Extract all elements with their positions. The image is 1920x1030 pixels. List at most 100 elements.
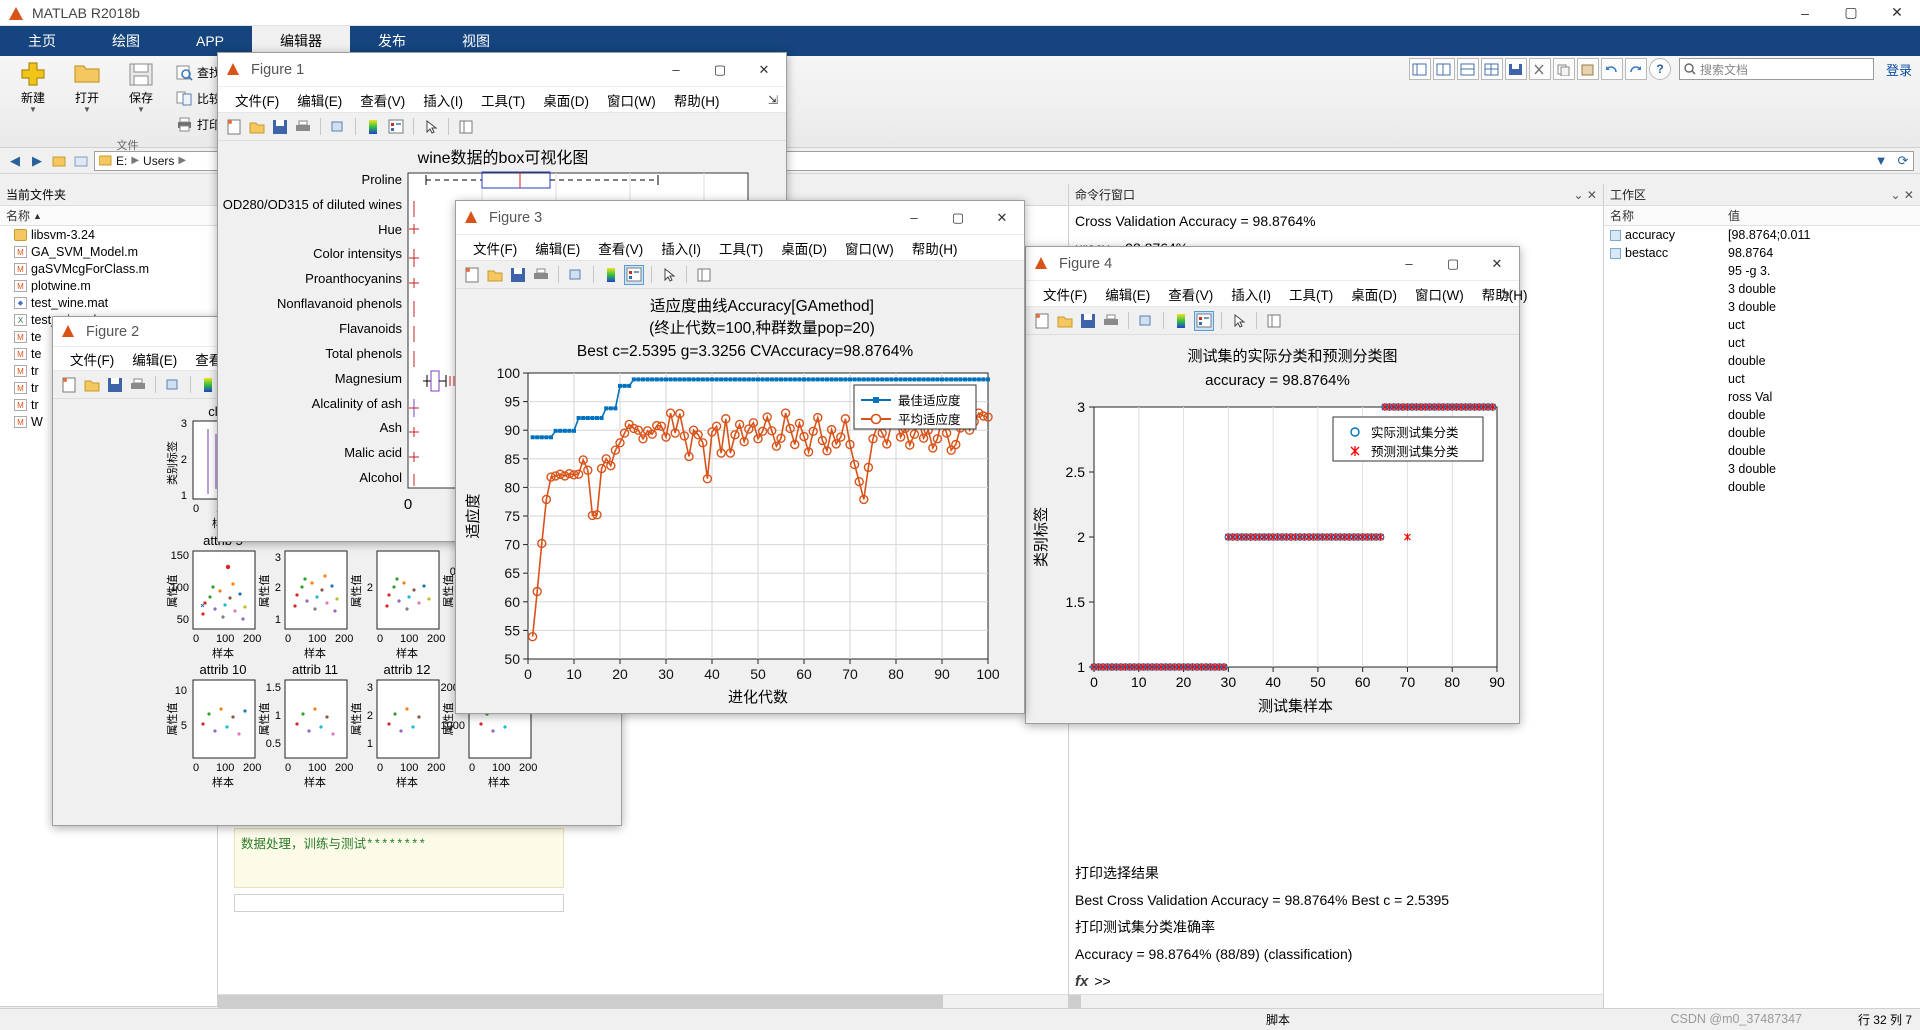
close-button[interactable]: ✕ <box>1874 0 1920 26</box>
tab-plots[interactable]: 绘图 <box>84 26 168 56</box>
save-figure-icon[interactable] <box>105 375 125 395</box>
refresh-icon[interactable]: ⟳ <box>1894 152 1912 170</box>
layout-4-icon[interactable] <box>1480 58 1503 80</box>
file-list-item[interactable]: GA_SVM_Model.m <box>0 243 217 260</box>
menu-file[interactable]: 文件(F) <box>226 90 288 110</box>
pointer-icon[interactable] <box>659 265 679 285</box>
menu-edit[interactable]: 编辑(E) <box>1096 284 1159 304</box>
colorbar-icon[interactable] <box>601 265 621 285</box>
breadcrumb-drive[interactable]: E: <box>116 154 127 168</box>
new-figure-icon[interactable] <box>224 117 244 137</box>
redo-icon[interactable] <box>1624 58 1647 80</box>
menu-desktop[interactable]: 桌面(D) <box>534 90 598 110</box>
figure-1-minimize-button[interactable]: – <box>654 53 698 87</box>
workspace-row[interactable]: double <box>1604 406 1920 424</box>
save-button[interactable]: 保存 ▼ <box>114 59 168 114</box>
menu-edit[interactable]: 编辑(E) <box>123 349 186 369</box>
new-figure-icon[interactable] <box>59 375 79 395</box>
legend-icon[interactable] <box>386 117 406 137</box>
menu-view[interactable]: 查看(V) <box>351 90 414 110</box>
menu-tools[interactable]: 工具(T) <box>710 238 772 258</box>
colorbar-icon[interactable] <box>198 375 218 395</box>
print-figure-icon[interactable] <box>531 265 551 285</box>
save-figure-icon[interactable] <box>1078 311 1098 331</box>
workspace-row[interactable]: 95 -g 3. <box>1604 262 1920 280</box>
open-figure-icon[interactable] <box>82 375 102 395</box>
colorbar-icon[interactable] <box>1171 311 1191 331</box>
workspace-row[interactable]: uct <box>1604 316 1920 334</box>
search-input[interactable]: 搜索文档 <box>1678 58 1874 80</box>
up-folder-icon[interactable] <box>50 152 68 170</box>
open-figure-icon[interactable] <box>485 265 505 285</box>
menu-tools[interactable]: 工具(T) <box>472 90 534 110</box>
save-figure-icon[interactable] <box>508 265 528 285</box>
workspace-row[interactable]: uct <box>1604 334 1920 352</box>
dock-icon[interactable]: ⇲ <box>1501 287 1511 301</box>
workspace-row[interactable]: double <box>1604 478 1920 496</box>
breadcrumb-users[interactable]: Users <box>143 154 174 168</box>
layout-3-icon[interactable] <box>1456 58 1479 80</box>
figure-4-close-button[interactable]: ✕ <box>1475 247 1519 281</box>
file-list-item[interactable]: plotwine.m <box>0 277 217 294</box>
print-figure-icon[interactable] <box>293 117 313 137</box>
property-inspector-icon[interactable] <box>694 265 714 285</box>
menu-edit[interactable]: 编辑(E) <box>288 90 351 110</box>
figure-4-window[interactable]: Figure 4 – ▢ ✕ 文件(F) 编辑(E) 查看(V) 插入(I) 工… <box>1025 246 1527 724</box>
figure-4-maximize-button[interactable]: ▢ <box>1431 247 1475 281</box>
new-dropdown-arrow[interactable]: ▼ <box>29 106 37 114</box>
layout-1-icon[interactable] <box>1408 58 1431 80</box>
menu-window[interactable]: 窗口(W) <box>1406 284 1473 304</box>
pointer-icon[interactable] <box>1229 311 1249 331</box>
figure-1-close-button[interactable]: ✕ <box>742 53 786 87</box>
menu-file[interactable]: 文件(F) <box>61 349 123 369</box>
menu-view[interactable]: 查看(V) <box>1159 284 1222 304</box>
figure-3-maximize-button[interactable]: ▢ <box>936 201 980 235</box>
menu-window[interactable]: 窗口(W) <box>598 90 665 110</box>
print-figure-icon[interactable] <box>1101 311 1121 331</box>
open-dropdown-arrow[interactable]: ▼ <box>83 106 91 114</box>
copy-icon[interactable] <box>1552 58 1575 80</box>
new-button[interactable]: 新建 ▼ <box>6 59 60 114</box>
link-plot-icon[interactable] <box>163 375 183 395</box>
menu-desktop[interactable]: 桌面(D) <box>772 238 836 258</box>
new-figure-icon[interactable] <box>1032 311 1052 331</box>
colorbar-icon[interactable] <box>363 117 383 137</box>
menu-help[interactable]: 帮助(H) <box>903 238 967 258</box>
file-list-item[interactable]: test_wine.mat <box>0 294 217 311</box>
figure-3-close-button[interactable]: ✕ <box>980 201 1024 235</box>
menu-window[interactable]: 窗口(W) <box>836 238 903 258</box>
figure-4-minimize-button[interactable]: – <box>1387 247 1431 281</box>
tab-home[interactable]: 主页 <box>0 26 84 56</box>
workspace-title-controls[interactable]: ⌄ ✕ <box>1891 188 1914 202</box>
workspace-row[interactable]: 3 double <box>1604 298 1920 316</box>
pointer-icon[interactable] <box>421 117 441 137</box>
link-plot-icon[interactable] <box>328 117 348 137</box>
save-dropdown-arrow[interactable]: ▼ <box>137 106 145 114</box>
workspace-row[interactable]: accuracy [98.8764;0.011 <box>1604 226 1920 244</box>
figure-1-maximize-button[interactable]: ▢ <box>698 53 742 87</box>
menu-file[interactable]: 文件(F) <box>1034 284 1096 304</box>
open-figure-icon[interactable] <box>247 117 267 137</box>
menu-view[interactable]: 查看(V) <box>589 238 652 258</box>
cut-icon[interactable] <box>1528 58 1551 80</box>
figure-3-minimize-button[interactable]: – <box>892 201 936 235</box>
path-dropdown-icon[interactable]: ▼ <box>1872 152 1890 170</box>
paste-icon[interactable] <box>1576 58 1599 80</box>
menu-file[interactable]: 文件(F) <box>464 238 526 258</box>
link-plot-icon[interactable] <box>566 265 586 285</box>
workspace-row[interactable]: bestacc 98.8764 <box>1604 244 1920 262</box>
print-figure-icon[interactable] <box>128 375 148 395</box>
save-quick-icon[interactable] <box>1504 58 1527 80</box>
menu-insert[interactable]: 插入(I) <box>652 238 710 258</box>
file-list-item[interactable]: gaSVMcgForClass.m <box>0 260 217 277</box>
workspace-row[interactable]: double <box>1604 442 1920 460</box>
menu-help[interactable]: 帮助(H) <box>665 90 729 110</box>
command-prompt-row[interactable]: fx >> <box>1069 968 1603 994</box>
dock-icon[interactable]: ⇲ <box>768 93 778 107</box>
workspace-row[interactable]: double <box>1604 352 1920 370</box>
legend-icon[interactable] <box>624 264 644 285</box>
figure-3-window[interactable]: Figure 3 – ▢ ✕ 文件(F) 编辑(E) 查看(V) 插入(I) 工… <box>455 200 1025 714</box>
browse-icon[interactable] <box>72 152 90 170</box>
workspace-row[interactable]: ross Val <box>1604 388 1920 406</box>
command-window-title-controls[interactable]: ⌄ ✕ <box>1574 188 1597 202</box>
